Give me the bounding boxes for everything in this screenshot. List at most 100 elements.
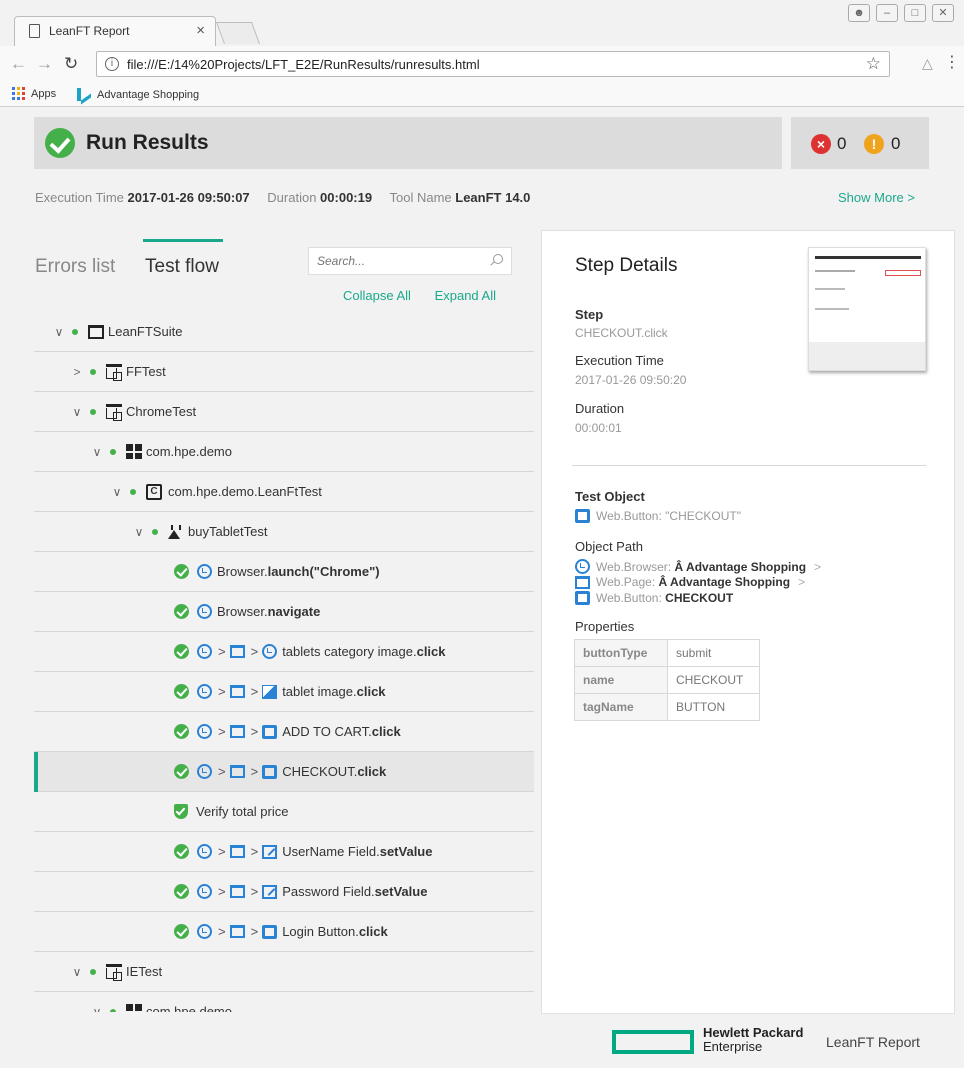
step-details-panel: Step Details Step CHECKOUT.click Executi…	[541, 230, 955, 1014]
address-row: ← → ↻ i file:///E:/14%20Projects/LFT_E2E…	[0, 46, 964, 82]
tree-step-add-to-cart[interactable]: > > ADD TO CART.click	[34, 712, 534, 752]
address-bar[interactable]: i file:///E:/14%20Projects/LFT_E2E/RunRe…	[96, 51, 890, 77]
tree-step-tablet-image[interactable]: > > tablet image.click	[34, 672, 534, 712]
extension-icon[interactable]: △	[922, 55, 933, 72]
step-label: Step	[575, 307, 604, 322]
duration-value: 00:00:01	[575, 421, 622, 435]
error-icon: ×	[811, 134, 831, 154]
browser-icon	[197, 764, 212, 779]
status-dot-icon	[90, 408, 96, 415]
status-dot-icon	[130, 488, 136, 495]
tree-node-method[interactable]: ∨ buyTabletTest	[34, 512, 534, 552]
browser-tab[interactable]: LeanFT Report ×	[14, 16, 216, 46]
show-more-link[interactable]: Show More >	[838, 190, 915, 205]
star-icon[interactable]: ☆	[866, 54, 881, 74]
duration-label: Duration	[575, 401, 625, 416]
tree-node-class[interactable]: ∨ C com.hpe.demo.LeanFtTest	[34, 472, 534, 512]
chevron-right-icon[interactable]: >	[70, 365, 84, 379]
page-icon	[229, 885, 245, 898]
tree-step-password[interactable]: > > Password Field.setValue	[34, 872, 534, 912]
maximize-icon[interactable]: □	[904, 4, 926, 22]
chevron-down-icon[interactable]: ∨	[70, 405, 84, 419]
tree-node-ie-test[interactable]: ∨ IETest	[34, 952, 534, 992]
chevron-down-icon[interactable]: ∨	[132, 525, 146, 539]
tree-step-navigate[interactable]: Browser.navigate	[34, 592, 534, 632]
new-tab-button[interactable]	[215, 22, 261, 44]
tree-node-package[interactable]: ∨ com.hpe.demo	[34, 432, 534, 472]
reload-icon[interactable]: ↻	[64, 54, 78, 74]
search-box	[308, 247, 512, 275]
collapse-all-link[interactable]: Collapse All	[343, 288, 411, 303]
node-label: com.hpe.demo	[146, 444, 232, 459]
bookmark-advantage-shopping[interactable]: Advantage Shopping	[76, 87, 199, 102]
bookmark-label: Advantage Shopping	[97, 88, 200, 101]
status-dot-icon	[110, 1008, 116, 1012]
tree-node-ie-package[interactable]: ∨ com.hpe.demo	[34, 992, 534, 1012]
run-results-header: Run Results	[34, 117, 782, 169]
package-icon	[126, 1004, 142, 1012]
tree-step-verify-price[interactable]: Verify total price	[34, 792, 534, 832]
close-icon[interactable]: ×	[196, 22, 205, 39]
warning-icon: !	[864, 134, 884, 154]
tree-step-login[interactable]: > > Login Button.click	[34, 912, 534, 952]
tree-node-ff-test[interactable]: > FFTest	[34, 352, 534, 392]
path-page: Web.Page: Â Advantage Shopping >	[575, 575, 805, 589]
close-window-icon[interactable]: ✕	[932, 4, 954, 22]
table-row: tagName BUTTON	[574, 693, 760, 721]
search-icon[interactable]	[493, 254, 503, 264]
tree-step-launch[interactable]: Browser.launch("Chrome")	[34, 552, 534, 592]
forward-icon[interactable]: →	[36, 54, 53, 74]
tab-test-flow[interactable]: Test flow	[145, 256, 219, 278]
expand-all-link[interactable]: Expand All	[435, 288, 496, 303]
flask-icon	[168, 524, 181, 539]
page-icon	[229, 845, 245, 858]
step-screenshot-thumbnail[interactable]	[808, 247, 926, 371]
bookmark-apps[interactable]: Apps	[12, 87, 56, 100]
browser-icon	[197, 924, 212, 939]
test-flow-tree: ∨ LeanFTSuite > FFTest ∨ ChromeTest ∨ co…	[34, 312, 534, 1012]
tree-node-chrome-test[interactable]: ∨ ChromeTest	[34, 392, 534, 432]
path-button: Web.Button: CHECKOUT	[575, 591, 733, 605]
passed-check-icon	[174, 604, 189, 619]
node-label: com.hpe.demo	[146, 1004, 232, 1012]
chevron-down-icon[interactable]: ∨	[110, 485, 124, 499]
info-icon[interactable]: i	[105, 57, 119, 71]
tree-node-suite[interactable]: ∨ LeanFTSuite	[34, 312, 534, 352]
tab-errors-list[interactable]: Errors list	[35, 256, 115, 278]
menu-icon[interactable]: ⋮	[944, 52, 960, 72]
error-count: 0	[837, 134, 847, 153]
status-dot-icon	[110, 448, 116, 455]
shield-check-icon	[174, 804, 188, 819]
property-key: name	[574, 666, 668, 694]
chevron-down-icon[interactable]: ∨	[70, 965, 84, 979]
minimize-icon[interactable]: –	[876, 4, 898, 22]
warning-count: 0	[891, 134, 901, 153]
table-row: name CHECKOUT	[574, 666, 760, 694]
node-label: IETest	[126, 964, 163, 979]
passed-check-icon	[174, 724, 189, 739]
tab-bar: LeanFT Report × ☻ – □ ✕	[0, 0, 964, 46]
page-icon	[229, 685, 245, 698]
search-input[interactable]	[317, 252, 487, 270]
page-icon	[229, 645, 245, 658]
tree-actions: Collapse All Expand All	[343, 288, 516, 303]
window-controls: ☻ – □ ✕	[848, 4, 954, 22]
browser-chrome: LeanFT Report × ☻ – □ ✕ ← → ↻ i file:///…	[0, 0, 964, 107]
chevron-down-icon[interactable]: ∨	[90, 445, 104, 459]
tree-step-username[interactable]: > > UserName Field.setValue	[34, 832, 534, 872]
back-icon[interactable]: ←	[10, 54, 27, 74]
page-icon	[29, 24, 40, 38]
chevron-down-icon[interactable]: ∨	[52, 325, 66, 339]
table-row: buttonType submit	[574, 639, 760, 667]
tree-step-checkout[interactable]: > > CHECKOUT.click	[34, 752, 534, 792]
node-label: tablet image.click	[282, 684, 386, 699]
tree-step-tablets-category[interactable]: > > tablets category image.click	[34, 632, 534, 672]
node-label: Browser.navigate	[217, 604, 321, 619]
class-icon: C	[146, 483, 162, 500]
node-label: Browser.launch("Chrome")	[217, 564, 380, 579]
node-label: Login Button.click	[282, 924, 388, 939]
user-icon[interactable]: ☻	[848, 4, 870, 22]
duration-label: Duration	[267, 190, 317, 205]
chevron-down-icon[interactable]: ∨	[90, 1005, 104, 1013]
page-icon	[575, 575, 590, 589]
